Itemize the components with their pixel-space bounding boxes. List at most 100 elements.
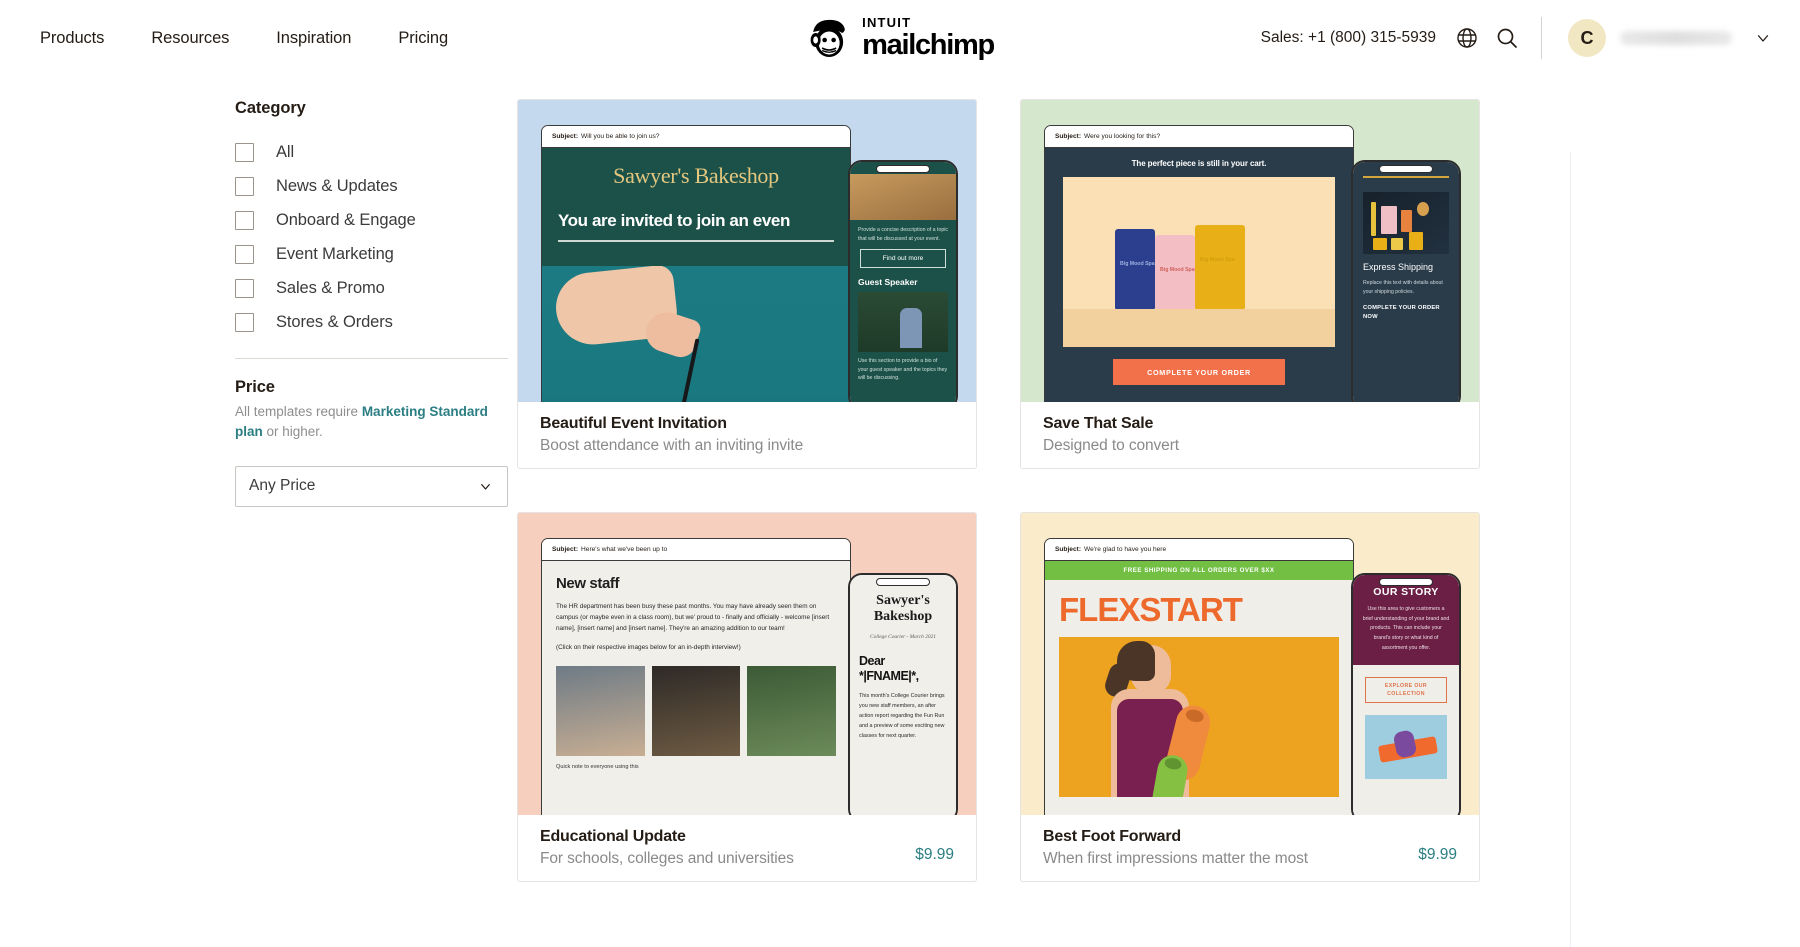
price-select-value: Any Price [249, 477, 315, 495]
nav-item-products[interactable]: Products [40, 29, 104, 48]
logo-mailchimp-text: mailchimp [862, 31, 994, 60]
product-pouch-pink: Big Mood Spa [1155, 235, 1195, 309]
mock-rule-1 [558, 240, 834, 242]
category-option-news-updates[interactable]: News & Updates [235, 169, 517, 203]
template-price-4: $9.99 [1418, 828, 1457, 864]
sales-phone[interactable]: Sales: +1 (800) 315-5939 [1261, 29, 1436, 47]
template-card-beautiful-event-invitation[interactable]: Subject: Will you be able to join us? Sa… [517, 99, 977, 469]
phone-notch [876, 165, 930, 173]
mock-brand-4: FLEXSTART [1045, 580, 1353, 629]
template-description-2: Designed to convert [1043, 437, 1179, 455]
subject-label-4: Subject: [1055, 546, 1081, 553]
category-option-event-marketing[interactable]: Event Marketing [235, 237, 517, 271]
category-label-onboard-engage: Onboard & Engage [276, 211, 416, 230]
staff-photo-2 [652, 666, 741, 756]
nav-item-resources[interactable]: Resources [151, 29, 229, 48]
search-icon[interactable] [1495, 26, 1519, 50]
price-requirement-note: All templates require Marketing Standard… [235, 402, 503, 443]
template-preview-4: Subject: We're glad to have you here FRE… [1021, 513, 1479, 815]
phone-cta-button-4: EXPLORE OUR COLLECTION [1365, 677, 1447, 703]
filters-sidebar: Category All News & Updates Onboard & En… [40, 76, 517, 882]
phone-subtitle-3: College Courier - March 2021 [850, 624, 956, 641]
category-option-onboard-engage[interactable]: Onboard & Engage [235, 203, 517, 237]
mock-cta-button-2: COMPLETE YOUR ORDER [1113, 359, 1285, 385]
phone-lifestyle-photo-4 [1365, 715, 1447, 779]
template-preview-1: Subject: Will you be able to join us? Sa… [518, 100, 976, 402]
phone-body-3: Sawyer's Bakeshop College Courier - Marc… [850, 575, 956, 815]
mock-subject-line-2: Subject: Were you looking for this? [1045, 126, 1353, 148]
nav-item-inspiration[interactable]: Inspiration [276, 29, 351, 48]
checkbox-all[interactable] [235, 143, 254, 162]
template-name-3: Educational Update [540, 828, 794, 846]
template-card-save-that-sale[interactable]: Subject: Were you looking for this? The … [1020, 99, 1480, 469]
template-caption-2: Save That Sale Designed to convert [1021, 402, 1479, 455]
checkbox-sales-promo[interactable] [235, 279, 254, 298]
mock-body-text2-3: (Click on their respective images below … [542, 634, 850, 654]
mailchimp-logo[interactable]: INTUIT mailchimp [806, 16, 994, 60]
product-shelf [1063, 309, 1335, 347]
phone-story-panel-4: OUR STORY Use this area to give customer… [1353, 575, 1459, 665]
checkbox-stores-orders[interactable] [235, 313, 254, 332]
chevron-down-icon [478, 479, 493, 494]
price-select[interactable]: Any Price [235, 466, 508, 507]
phone-heading-1: Guest Speaker [850, 268, 956, 292]
subject-text-4: We're glad to have you here [1084, 546, 1166, 553]
username-redacted [1620, 31, 1732, 45]
staff-photo-1 [556, 666, 645, 756]
freddie-monkey-icon [806, 16, 852, 60]
price-note-after: or higher. [263, 424, 323, 439]
category-option-all[interactable]: All [235, 135, 517, 169]
mock-staff-photos-3 [542, 654, 850, 756]
subject-text-1: Will you be able to join us? [581, 133, 659, 140]
avatar: C [1568, 19, 1606, 57]
subject-label-3: Subject: [552, 546, 578, 553]
template-caption-1: Beautiful Event Invitation Boost attenda… [518, 402, 976, 455]
phone-email-mock-1: Provide a concise description of a topic… [848, 160, 958, 402]
model-hair [1117, 641, 1155, 681]
product-pouch-yellow: Big Mood Spa [1195, 225, 1245, 309]
price-note-before: All templates require [235, 404, 362, 419]
mock-brand-1: Sawyer's Bakeshop [542, 148, 850, 189]
template-caption-3: Educational Update For schools, colleges… [518, 815, 976, 868]
mock-body-text-3: The HR department has been busy these pa… [542, 592, 850, 634]
mock-photo-1 [542, 266, 850, 402]
template-description-4: When first impressions matter the most [1043, 850, 1308, 868]
phone-caption-1: Use this section to provide a bio of you… [850, 352, 956, 384]
account-menu[interactable]: C [1568, 19, 1772, 57]
product-pouch-label-1: Big Mood Spa [1120, 261, 1155, 268]
mock-subject-line-3: Subject: Here's what we've been up to [542, 539, 850, 561]
desktop-email-mock-2: Subject: Were you looking for this? The … [1044, 125, 1354, 402]
phone-body-text-3: This month's College Courier brings you … [850, 684, 956, 741]
mock-footer-note-3: Quick note to everyone using this [542, 756, 850, 770]
category-option-sales-promo[interactable]: Sales & Promo [235, 271, 517, 305]
phone-email-mock-2: Express Shipping Replace this text with … [1351, 160, 1461, 402]
mock-subject-line-1: Subject: Will you be able to join us? [542, 126, 850, 148]
primary-nav: Products Resources Inspiration Pricing [40, 29, 448, 48]
template-price-3: $9.99 [915, 828, 954, 864]
product-pouch-label-2: Big Mood Spa [1160, 267, 1195, 274]
phone-body-2: Express Shipping Replace this text with … [1353, 162, 1459, 402]
checkbox-onboard-engage[interactable] [235, 211, 254, 230]
phone-heading-2: Express Shipping [1353, 254, 1459, 273]
phone-email-mock-3: Sawyer's Bakeshop College Courier - Marc… [848, 573, 958, 815]
checkbox-event-marketing[interactable] [235, 245, 254, 264]
template-preview-3: Subject: Here's what we've been up to Ne… [518, 513, 976, 815]
mock-headline-2: The perfect piece is still in your cart. [1045, 148, 1353, 177]
mock-headline-1: You are invited to join an even [542, 189, 850, 231]
template-card-educational-update[interactable]: Subject: Here's what we've been up to Ne… [517, 512, 977, 882]
category-option-stores-orders[interactable]: Stores & Orders [235, 305, 517, 339]
nav-item-pricing[interactable]: Pricing [398, 29, 448, 48]
phone-body-text-2: Replace this text with details about you… [1353, 273, 1459, 297]
template-card-best-foot-forward[interactable]: Subject: We're glad to have you here FRE… [1020, 512, 1480, 882]
chevron-down-icon[interactable] [1754, 29, 1772, 47]
mock-body-2: The perfect piece is still in your cart.… [1045, 148, 1353, 402]
desktop-email-mock-1: Subject: Will you be able to join us? Sa… [541, 125, 851, 402]
header-divider [1541, 17, 1542, 59]
category-label-stores-orders: Stores & Orders [276, 313, 393, 332]
mock-body-1: Sawyer's Bakeshop You are invited to joi… [542, 148, 850, 402]
phone-body-text-1: Provide a concise description of a topic… [850, 220, 956, 244]
category-label-all: All [276, 143, 294, 162]
phone-product-grid-2 [1363, 192, 1449, 254]
globe-icon[interactable] [1455, 26, 1479, 50]
checkbox-news-updates[interactable] [235, 177, 254, 196]
